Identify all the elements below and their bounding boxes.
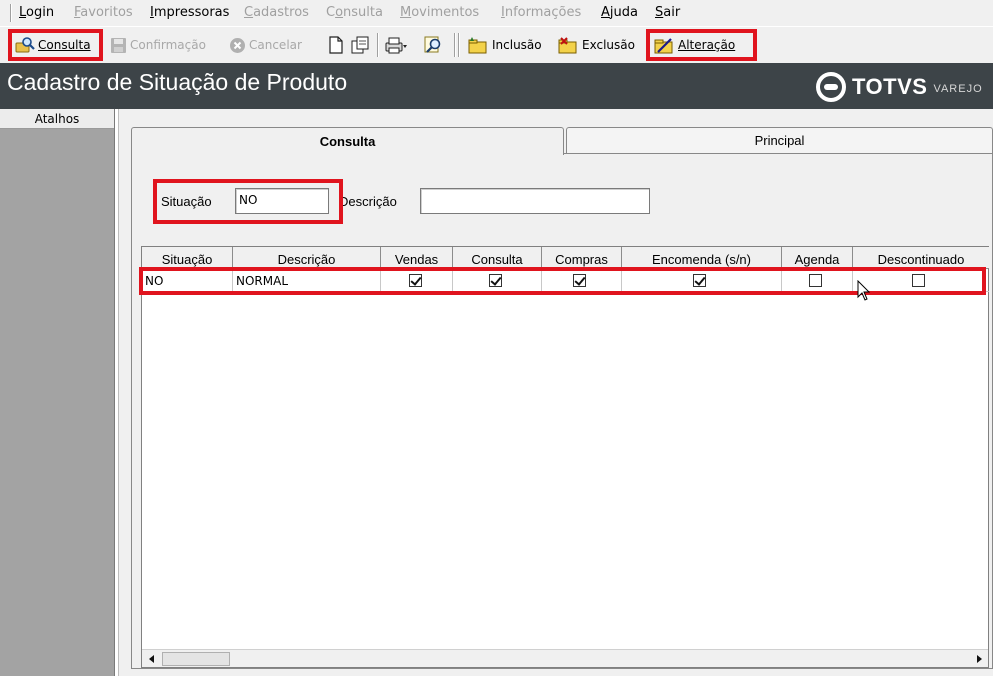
alteracao-label: Alteração: [678, 38, 736, 52]
menu-informacoes[interactable]: Informações: [501, 5, 581, 20]
menu-bar: Login Favoritos Impressoras Cadastros Co…: [0, 0, 993, 26]
situacao-input[interactable]: NO: [235, 188, 329, 214]
menu-sair[interactable]: Sair: [655, 5, 680, 20]
cancel-icon: [230, 37, 245, 53]
col-header-agenda[interactable]: Agenda: [782, 247, 853, 269]
scroll-right-button[interactable]: [970, 651, 987, 667]
arrow-left-icon: [148, 655, 154, 663]
descricao-label: Descrição: [339, 194, 397, 209]
search-button[interactable]: [424, 34, 444, 56]
brand-name: TOTVS: [852, 74, 928, 99]
confirmacao-label: Confirmação: [130, 38, 206, 52]
brand-subtitle: VAREJO: [933, 83, 983, 95]
compras-checkbox[interactable]: [573, 274, 586, 287]
situacao-label: Situação: [161, 194, 212, 209]
menu-favoritos[interactable]: Favoritos: [74, 5, 133, 20]
cell-descricao[interactable]: NORMAL: [233, 270, 381, 292]
consulta-label: Consulta: [38, 38, 91, 52]
toolbar-separator: [458, 33, 460, 57]
search-icon: [424, 36, 441, 53]
menu-ajuda[interactable]: Ajuda: [601, 5, 638, 20]
exclusao-label: Exclusão: [582, 38, 635, 52]
menu-login[interactable]: Login: [19, 5, 54, 20]
menu-movimentos[interactable]: Movimentos: [400, 5, 479, 20]
inclusao-button[interactable]: Inclusão: [467, 34, 542, 56]
menu-grip: [10, 4, 12, 22]
save-icon: [111, 37, 126, 53]
inclusao-icon: [468, 37, 487, 54]
print-button[interactable]: [385, 34, 407, 56]
horizontal-scrollbar[interactable]: [142, 649, 988, 667]
descricao-input[interactable]: [420, 188, 650, 214]
new-document-button[interactable]: [327, 34, 344, 56]
confirmacao-button[interactable]: Confirmação: [110, 34, 206, 56]
print-icon: [385, 37, 407, 54]
copy-document-button[interactable]: [350, 34, 370, 56]
col-header-descricao[interactable]: Descrição: [233, 247, 381, 269]
sidebar-header[interactable]: Atalhos: [0, 109, 114, 129]
scrollbar-thumb[interactable]: [162, 652, 230, 666]
arrow-right-icon: [976, 655, 982, 663]
totvs-logo: TOTVS VAREJO: [816, 72, 983, 102]
col-header-situacao[interactable]: Situação: [142, 247, 233, 269]
alteracao-icon: [654, 38, 673, 54]
tab-consulta[interactable]: Consulta: [131, 127, 564, 155]
consulta-button[interactable]: Consulta: [15, 34, 91, 56]
consulta-checkbox[interactable]: [489, 274, 502, 287]
cell-situacao[interactable]: NO: [142, 270, 233, 292]
cell-compras[interactable]: [542, 270, 622, 292]
mouse-cursor-icon: [857, 280, 871, 301]
consulta-icon: [15, 37, 35, 53]
toolbar-separator: [377, 33, 379, 57]
cell-descontinuado[interactable]: [853, 270, 989, 292]
col-header-descontinuado[interactable]: Descontinuado: [853, 247, 989, 269]
vendas-checkbox[interactable]: [409, 274, 422, 287]
totvs-logo-icon: [816, 72, 846, 102]
toolbar: Consulta Confirmação Cancelar Inclusão E…: [0, 27, 993, 63]
col-header-consulta[interactable]: Consulta: [453, 247, 542, 269]
scroll-left-button[interactable]: [143, 651, 160, 667]
alteracao-button[interactable]: Alteração: [653, 34, 735, 56]
menu-impressoras[interactable]: Impressoras: [150, 5, 229, 20]
descontinuado-checkbox[interactable]: [912, 274, 925, 287]
exclusao-button[interactable]: Exclusão: [557, 34, 635, 56]
sidebar: Atalhos: [0, 109, 115, 676]
col-header-vendas[interactable]: Vendas: [381, 247, 453, 269]
new-document-icon: [329, 36, 343, 54]
toolbar-separator: [454, 33, 456, 57]
cell-agenda[interactable]: [782, 270, 853, 292]
cell-vendas[interactable]: [381, 270, 453, 292]
page-title: Cadastro de Situação de Produto: [7, 69, 348, 95]
window-title-bar: Cadastro de Situação de Produto TOTVS VA…: [0, 63, 993, 109]
cell-encomenda[interactable]: [622, 270, 782, 292]
encomenda-checkbox[interactable]: [693, 274, 706, 287]
cancelar-label: Cancelar: [249, 38, 302, 52]
agenda-checkbox[interactable]: [809, 274, 822, 287]
copy-document-icon: [351, 36, 369, 54]
menu-consulta[interactable]: Consulta: [326, 5, 383, 20]
exclusao-icon: [558, 37, 577, 54]
col-header-compras[interactable]: Compras: [542, 247, 622, 269]
tab-principal[interactable]: Principal: [566, 127, 993, 153]
col-header-encomenda[interactable]: Encomenda (s/n): [622, 247, 782, 269]
cancelar-button[interactable]: Cancelar: [229, 34, 302, 56]
results-grid: Situação Descrição Vendas Consulta Compr…: [141, 246, 989, 668]
cell-consulta[interactable]: [453, 270, 542, 292]
menu-cadastros[interactable]: Cadastros: [244, 5, 309, 20]
inclusao-label: Inclusão: [492, 38, 542, 52]
